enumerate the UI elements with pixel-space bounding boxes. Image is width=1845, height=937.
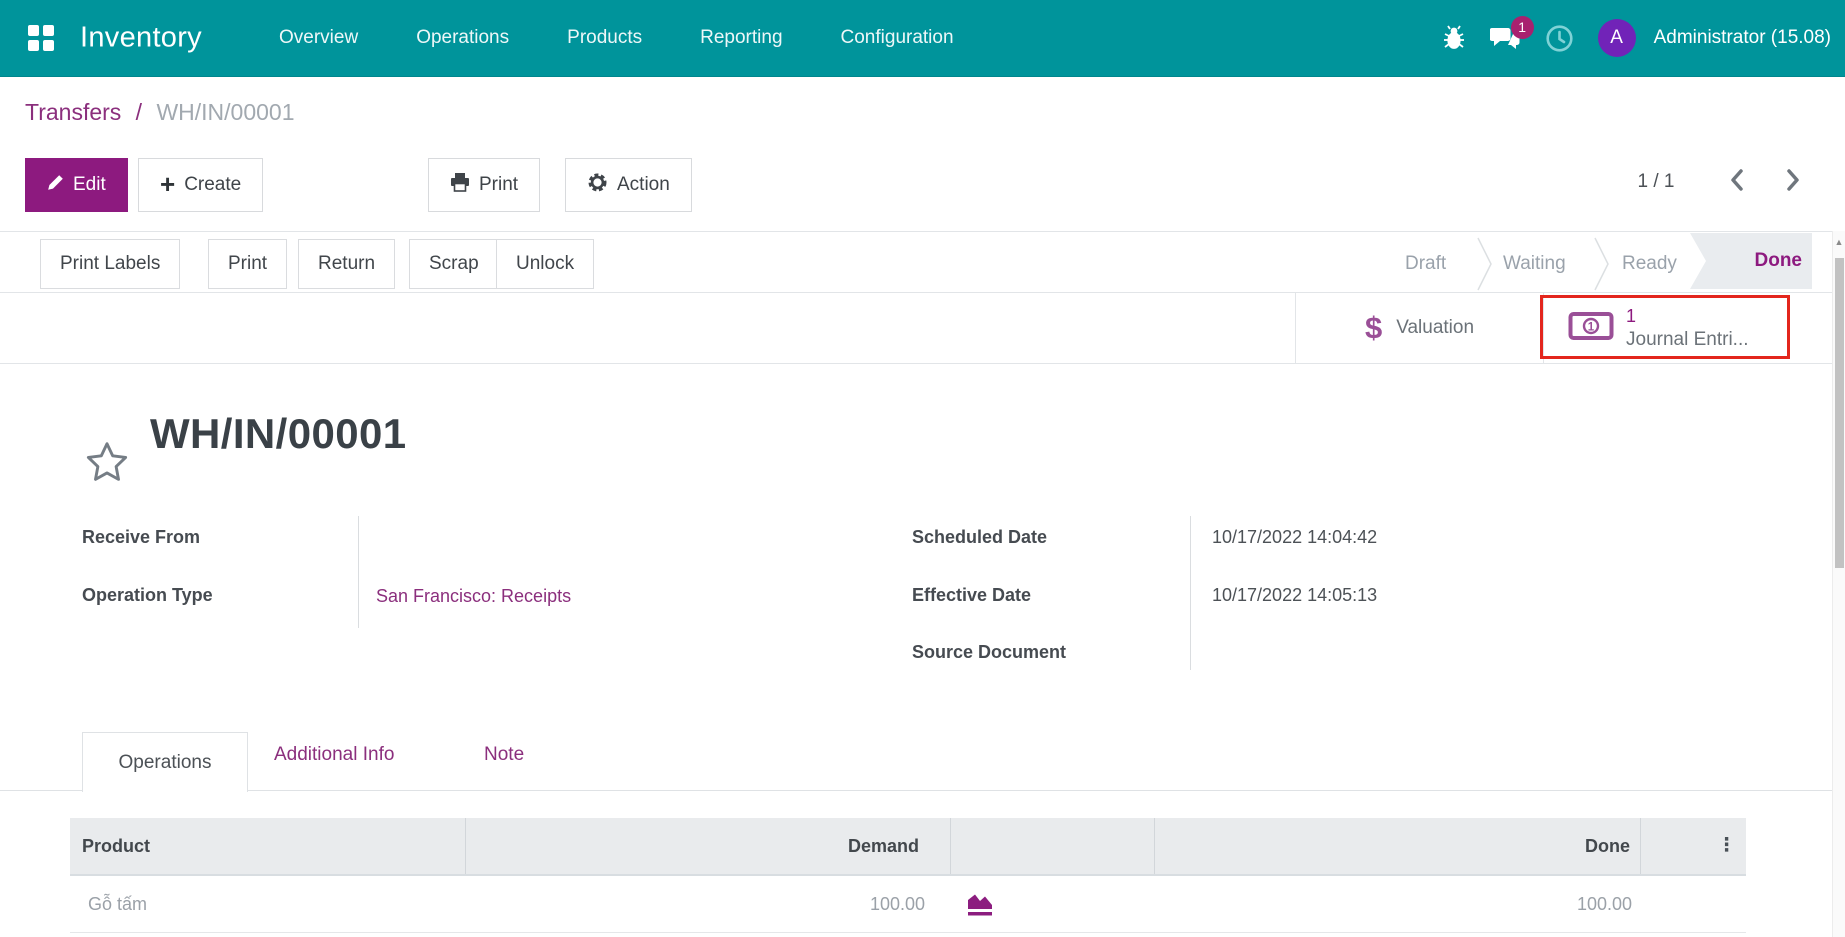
field-value-scheduled-date: 10/17/2022 14:04:42 <box>1212 527 1378 547</box>
activities-clock-icon[interactable] <box>1545 24 1574 53</box>
unlock-button[interactable]: Unlock <box>496 239 595 289</box>
print-menu-button[interactable]: Print <box>428 158 541 212</box>
menu-operations[interactable]: Operations <box>416 27 509 49</box>
pager-next-button[interactable] <box>1778 166 1808 196</box>
tab-operations[interactable]: Operations <box>82 732 248 792</box>
navbar-systray: 1 A Administrator (15.08) <box>1442 0 1831 76</box>
column-header-product[interactable]: Product <box>82 818 150 874</box>
stage-ready[interactable]: Ready <box>1622 239 1677 289</box>
top-navbar: Inventory Overview Operations Products R… <box>0 0 1845 77</box>
journal-entries-smart-button[interactable]: 1 1 Journal Entri... <box>1543 293 1790 363</box>
user-avatar[interactable]: A <box>1597 19 1636 57</box>
main-menu: Overview Operations Products Reporting C… <box>279 0 954 76</box>
record-title: WH/IN/00001 <box>150 410 407 457</box>
operations-table: Product Demand Done ⋮ Gỗ tấm 100.00 100.… <box>70 818 1746 933</box>
vertical-scrollbar[interactable]: ▲ <box>1832 231 1845 937</box>
pager-counter: 1 / 1 <box>1637 171 1675 192</box>
return-button[interactable]: Return <box>298 239 396 289</box>
header-divider <box>0 231 1845 232</box>
messages-count-badge: 1 <box>1510 15 1534 39</box>
tab-note[interactable]: Note <box>484 744 524 766</box>
field-separator <box>358 516 359 628</box>
stage-done-active[interactable]: Done <box>1690 233 1812 289</box>
table-header-row: Product Demand Done ⋮ <box>70 818 1746 876</box>
menu-products[interactable]: Products <box>567 27 642 49</box>
action-menu-button[interactable]: Action <box>565 158 692 212</box>
favorite-star-icon[interactable] <box>85 441 129 486</box>
stage-separator <box>1594 237 1610 296</box>
breadcrumb-current: WH/IN/00001 <box>156 99 295 125</box>
column-header-forecast <box>950 818 1154 874</box>
field-label-scheduled-date: Scheduled Date <box>912 527 1048 547</box>
stage-separator <box>1477 237 1493 296</box>
forecast-area-chart-icon[interactable] <box>965 892 995 923</box>
table-row[interactable]: Gỗ tấm 100.00 100.00 <box>70 876 1746 933</box>
smart-buttons-divider <box>0 363 1832 364</box>
debug-bug-icon[interactable] <box>1442 25 1466 51</box>
chevron-right-icon <box>1785 168 1801 194</box>
column-divider <box>1640 818 1641 874</box>
field-label-source-document: Source Document <box>912 642 1067 662</box>
field-label-receive-from: Receive From <box>82 527 201 547</box>
messages-chat-icon[interactable]: 1 <box>1489 15 1534 52</box>
create-button[interactable]: + Create <box>138 158 264 212</box>
column-divider <box>950 818 951 874</box>
print-labels-button[interactable]: Print Labels <box>40 239 181 289</box>
pencil-icon <box>47 174 64 197</box>
print-button[interactable]: Print <box>208 239 288 289</box>
printer-icon <box>450 172 470 198</box>
menu-configuration[interactable]: Configuration <box>841 27 954 49</box>
column-options-kebab-icon[interactable]: ⋮ <box>1640 818 1746 874</box>
edit-button[interactable]: Edit <box>25 158 128 212</box>
field-label-operation-type: Operation Type <box>82 585 213 605</box>
stage-draft[interactable]: Draft <box>1405 239 1446 289</box>
user-menu[interactable]: Administrator (15.08) <box>1654 27 1831 49</box>
app-name[interactable]: Inventory <box>80 22 202 55</box>
banknote-icon: 1 <box>1568 311 1614 346</box>
apps-grid-icon[interactable] <box>28 25 54 51</box>
column-header-demand[interactable]: Demand <box>465 818 950 874</box>
scrollbar-up-arrow[interactable]: ▲ <box>1833 231 1845 247</box>
menu-overview[interactable]: Overview <box>279 27 358 49</box>
tab-additional-info[interactable]: Additional Info <box>274 744 394 766</box>
field-value-effective-date: 10/17/2022 14:05:13 <box>1212 585 1378 605</box>
column-divider <box>1154 818 1155 874</box>
field-label-effective-date: Effective Date <box>912 585 1032 605</box>
scrap-button[interactable]: Scrap <box>409 239 499 289</box>
dollar-icon: $ <box>1364 310 1383 345</box>
column-divider <box>465 818 466 874</box>
pager-previous-button[interactable] <box>1722 166 1752 196</box>
cell-done[interactable]: 100.00 <box>1154 876 1640 932</box>
notebook-divider <box>0 790 1832 791</box>
menu-reporting[interactable]: Reporting <box>700 27 782 49</box>
scrollbar-thumb[interactable] <box>1835 258 1844 568</box>
journal-entries-count: 1 <box>1626 306 1637 326</box>
chevron-left-icon <box>1729 168 1745 194</box>
svg-text:1: 1 <box>1588 321 1595 333</box>
field-separator <box>1190 516 1191 670</box>
column-header-done[interactable]: Done <box>1154 818 1640 874</box>
field-value-operation-type[interactable]: San Francisco: Receipts <box>376 586 571 607</box>
gear-icon <box>587 172 608 199</box>
cell-demand[interactable]: 100.00 <box>465 876 950 932</box>
valuation-smart-button[interactable]: $ Valuation <box>1295 293 1543 363</box>
stage-waiting[interactable]: Waiting <box>1503 239 1566 289</box>
breadcrumb-separator: / <box>135 99 143 125</box>
breadcrumb-transfers-link[interactable]: Transfers <box>25 99 121 125</box>
journal-entries-label: Journal Entri... <box>1626 329 1749 350</box>
breadcrumb: Transfers / WH/IN/00001 <box>25 99 295 126</box>
cell-product[interactable]: Gỗ tấm <box>88 876 147 932</box>
